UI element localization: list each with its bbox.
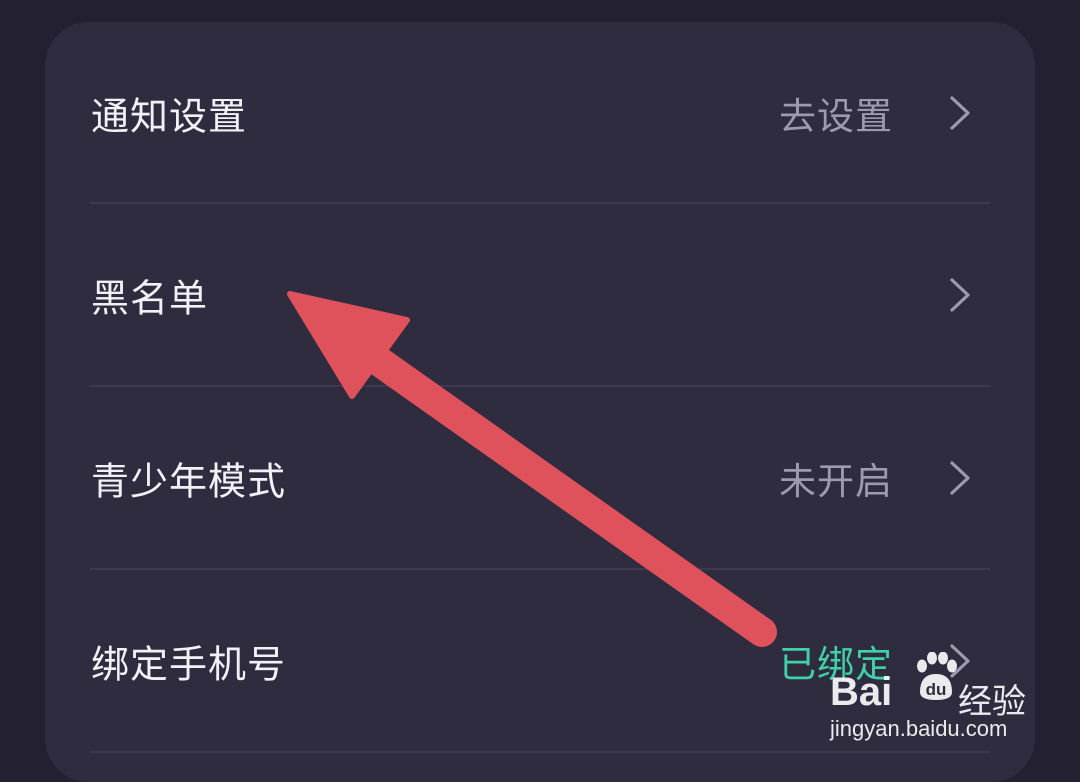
divider (90, 751, 990, 753)
row-label: 青少年模式 (91, 459, 287, 504)
paw-icon: du (917, 652, 957, 700)
svg-text:du: du (926, 680, 947, 699)
row-blacklist[interactable]: 黑名单 (45, 204, 1035, 386)
chevron-right-icon (950, 461, 970, 495)
watermark-brand: Bai (830, 670, 893, 714)
baidu-jingyan-watermark: Bai du 经验 jingyan.baidu.com (826, 650, 1036, 750)
row-value: 未开启 (779, 460, 893, 503)
row-value: 去设置 (779, 95, 893, 138)
row-label: 通知设置 (91, 94, 248, 139)
row-notification-settings[interactable]: 通知设置 去设置 (45, 22, 1035, 204)
chevron-right-icon (950, 96, 970, 130)
row-label: 绑定手机号 (91, 642, 287, 687)
watermark-url: jingyan.baidu.com (830, 716, 1008, 741)
row-label: 黑名单 (91, 276, 209, 321)
row-teen-mode[interactable]: 青少年模式 未开启 (45, 387, 1035, 569)
chevron-right-icon (950, 278, 970, 312)
